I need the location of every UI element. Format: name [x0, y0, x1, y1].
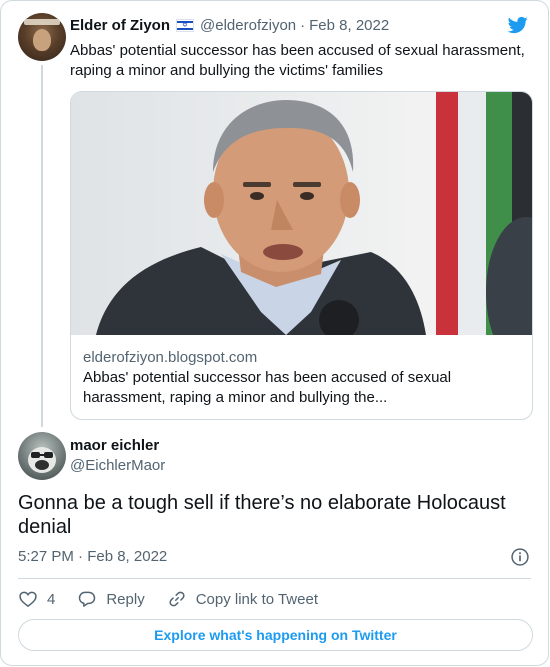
- link-icon: [169, 591, 185, 607]
- heart-icon: [19, 591, 37, 608]
- tweet-text: Gonna be a tough sell if there’s no elab…: [18, 492, 506, 538]
- link-title: Abbas' potential successor has been accu…: [83, 369, 452, 406]
- link-preview-image: [71, 92, 532, 335]
- like-button[interactable]: 4: [18, 589, 55, 609]
- embedded-tweet-card: Elder of Ziyon ✡ @elderofziyon · Feb 8, …: [0, 0, 549, 666]
- separator: ·: [300, 17, 306, 34]
- author-handle[interactable]: @EichlerMaor: [70, 457, 165, 474]
- reply-button[interactable]: Reply: [77, 589, 145, 609]
- like-count: 4: [47, 590, 56, 608]
- explore-button[interactable]: Explore what's happening on Twitter: [18, 619, 533, 651]
- reply-label: Reply: [106, 590, 145, 608]
- parent-tweet-header: Elder of Ziyon ✡ @elderofziyon · Feb 8, …: [70, 17, 389, 34]
- author-handle[interactable]: @elderofziyon: [200, 17, 296, 34]
- israel-flag-icon: ✡: [176, 19, 195, 32]
- tweet-actions: 4 Reply Copy link to Tweet: [18, 589, 340, 609]
- parent-tweet-text: Abbas' potential successor has been accu…: [70, 42, 525, 79]
- avatar[interactable]: [18, 13, 66, 61]
- tweet-timestamp[interactable]: 5:27 PM · Feb 8, 2022: [18, 548, 167, 565]
- thread-line: [41, 65, 43, 427]
- reply-icon: [79, 591, 96, 607]
- tweet-date[interactable]: Feb 8, 2022: [309, 17, 389, 34]
- copy-link-button[interactable]: Copy link to Tweet: [167, 589, 318, 609]
- info-icon[interactable]: [510, 547, 530, 567]
- link-preview-card[interactable]: elderofziyon.blogspot.com Abbas' potenti…: [70, 91, 533, 420]
- twitter-bird-icon[interactable]: [506, 15, 530, 35]
- link-domain: elderofziyon.blogspot.com: [83, 349, 258, 366]
- copy-link-label: Copy link to Tweet: [195, 590, 318, 608]
- divider: [18, 578, 531, 579]
- author-name[interactable]: maor eichler: [70, 437, 159, 454]
- author-name[interactable]: Elder of Ziyon: [70, 17, 170, 34]
- avatar[interactable]: [18, 432, 66, 480]
